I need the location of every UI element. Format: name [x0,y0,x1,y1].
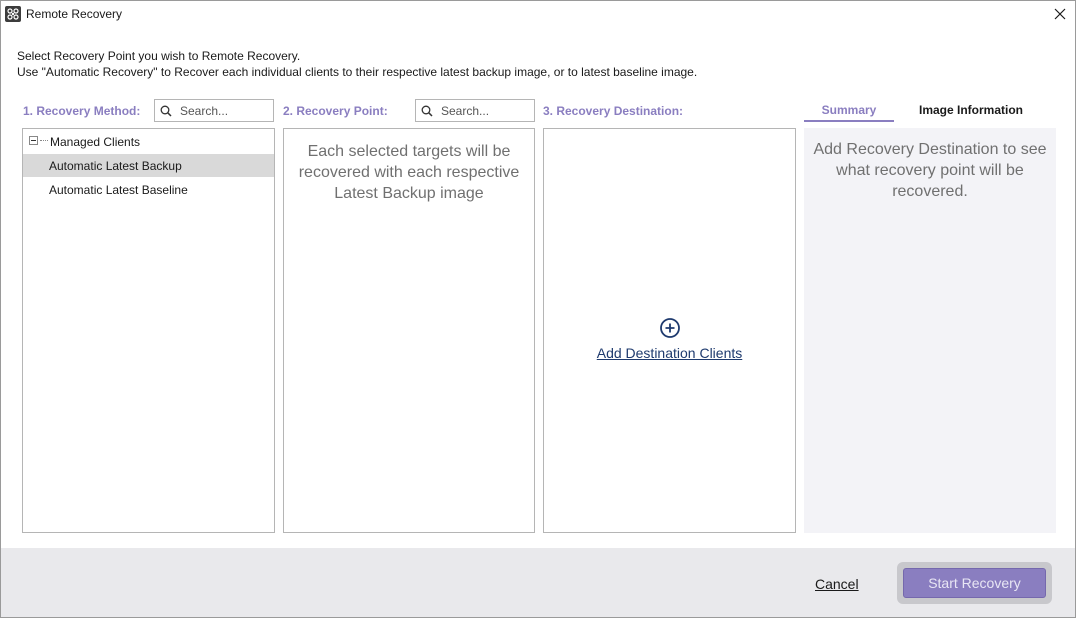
recovery-method-search-input[interactable] [180,103,270,119]
summary-panel: Add Recovery Destination to see what rec… [804,128,1056,533]
search-icon [160,105,172,117]
tab-image-information[interactable]: Image Information [919,103,1023,117]
window-title: Remote Recovery [26,7,123,21]
recovery-point-header: 2. Recovery Point: [283,104,388,118]
tree-root-label: Managed Clients [50,135,141,149]
cancel-button[interactable]: Cancel [815,576,859,592]
tab-summary[interactable]: Summary [804,103,894,117]
dialog-footer: Cancel Start Recovery [1,548,1075,617]
summary-text: Add Recovery Destination to see what rec… [813,141,1047,200]
start-recovery-focus-ring: Start Recovery [897,562,1052,604]
recovery-point-placeholder: Each selected targets will be recovered … [298,143,520,202]
plus-circle-icon[interactable] [659,317,681,339]
recovery-point-search-input[interactable] [441,103,531,119]
close-icon [1054,8,1066,20]
tree-item-automatic-latest-backup[interactable]: Automatic Latest Backup [23,154,274,177]
instruction-line-2: Use "Automatic Recovery" to Recover each… [17,65,698,79]
tree-item-automatic-latest-baseline[interactable]: Automatic Latest Baseline [23,178,274,201]
collapse-toggle-icon[interactable] [29,136,38,145]
close-button[interactable] [1047,3,1073,25]
tree-item-label: Automatic Latest Baseline [49,183,188,197]
search-icon [421,105,433,117]
recovery-destination-header: 3. Recovery Destination: [543,104,684,118]
recovery-method-search[interactable] [154,99,274,122]
title-bar: Remote Recovery [1,1,1075,28]
tab-summary-underline [804,120,894,122]
recovery-point-search[interactable] [415,99,535,122]
recovery-point-panel: Each selected targets will be recovered … [283,128,535,533]
app-logo-icon [5,6,21,22]
instruction-line-1: Select Recovery Point you wish to Remote… [17,49,301,63]
recovery-method-panel: Managed Clients Automatic Latest Backup … [22,128,275,533]
remote-recovery-dialog: Remote Recovery Select Recovery Point yo… [0,0,1076,618]
start-recovery-button[interactable]: Start Recovery [903,568,1046,598]
recovery-destination-panel: Add Destination Clients [543,128,796,533]
recovery-method-header: 1. Recovery Method: [23,104,141,118]
tree-connector [40,140,48,141]
tree-item-label: Automatic Latest Backup [49,159,182,173]
add-destination-clients-link[interactable]: Add Destination Clients [544,345,795,361]
